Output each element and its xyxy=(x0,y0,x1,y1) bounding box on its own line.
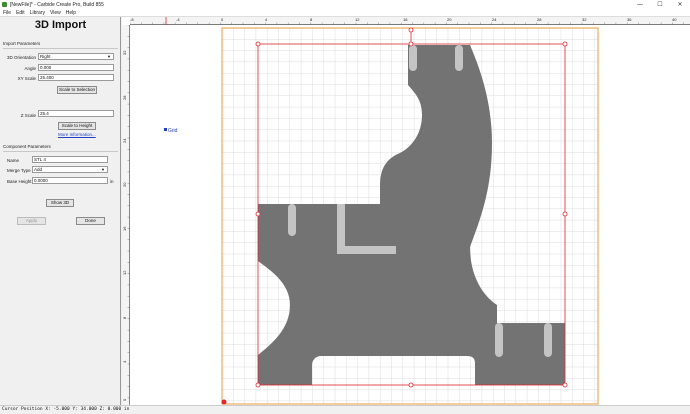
slot-feature xyxy=(455,45,463,71)
menu-edit[interactable]: Edit xyxy=(16,10,25,16)
resize-handle[interactable] xyxy=(562,382,568,388)
ruler-label: 32 xyxy=(582,17,587,22)
close-icon[interactable]: ✕ xyxy=(670,0,690,9)
divider xyxy=(3,48,118,49)
ruler-label: 32 xyxy=(122,50,127,55)
menu-help[interactable]: Help xyxy=(66,10,76,16)
origin-marker-icon xyxy=(164,128,167,131)
ruler-label: 4 xyxy=(122,360,127,363)
done-button[interactable]: Done xyxy=(76,217,105,225)
menu-file[interactable]: File xyxy=(3,10,11,16)
vertical-ruler-ticks: 32 28 24 20 16 12 8 4 0 xyxy=(122,24,130,401)
ruler-label: -4 xyxy=(176,17,180,22)
slot-feature xyxy=(288,204,296,236)
resize-handle[interactable] xyxy=(408,382,414,388)
minimize-icon[interactable]: — xyxy=(630,0,650,9)
orientation-select[interactable]: Right ▼ xyxy=(38,53,114,60)
apply-button[interactable]: Apply xyxy=(17,217,46,225)
component-section-label: Component Parameters xyxy=(3,144,51,149)
resize-handle[interactable] xyxy=(562,41,568,47)
rotate-handle[interactable] xyxy=(408,27,414,33)
resize-handle[interactable] xyxy=(255,211,261,217)
window-title: [NewFile]* - Carbide Create Pro, Build 8… xyxy=(10,1,104,8)
horizontal-ruler[interactable]: -8 -4 0 4 8 12 16 20 24 28 32 36 40 xyxy=(129,17,690,26)
resize-handle[interactable] xyxy=(408,41,414,47)
panel-heading: 3D Import xyxy=(34,19,87,31)
chevron-down-icon: ▼ xyxy=(107,54,111,59)
z-scale-label: Z Scale xyxy=(20,113,36,118)
maximize-icon[interactable]: ☐ xyxy=(650,0,670,9)
ruler-label: 16 xyxy=(122,226,127,231)
orientation-value: Right xyxy=(40,54,51,59)
ruler-label: 4 xyxy=(265,17,268,22)
show-3d-button[interactable]: Show 3D xyxy=(46,199,74,207)
ruler-label: 28 xyxy=(122,95,127,100)
slot-feature xyxy=(544,323,552,357)
resize-handle[interactable] xyxy=(562,211,568,217)
xy-scale-input[interactable]: 25.400 xyxy=(38,74,114,81)
name-input[interactable]: STL 4 xyxy=(32,156,108,163)
merge-type-select[interactable]: Add ▼ xyxy=(32,166,108,173)
z-scale-input[interactable]: 25.4 xyxy=(38,110,114,117)
ruler-label: -8 xyxy=(130,17,134,22)
ruler-label: 16 xyxy=(403,17,408,22)
title-bar: [NewFile]* - Carbide Create Pro, Build 8… xyxy=(0,0,690,9)
ruler-label: 0 xyxy=(122,398,127,401)
ruler-label: 20 xyxy=(122,182,127,187)
import-section-label: Import Parameters xyxy=(3,41,41,46)
vertical-ruler[interactable]: 32 28 24 20 16 12 8 4 0 xyxy=(122,24,130,405)
window-controls: — ☐ ✕ xyxy=(630,0,690,9)
ruler-label: 24 xyxy=(122,138,127,143)
more-information-link[interactable]: More Information... xyxy=(58,132,96,137)
slot-feature xyxy=(495,323,503,357)
ruler-label: 20 xyxy=(447,17,452,22)
angle-label: Angle xyxy=(24,66,36,71)
ruler-label: 40 xyxy=(672,17,677,22)
canvas-drawing[interactable]: Grid xyxy=(130,25,690,405)
merge-type-value: Add xyxy=(34,167,43,172)
ruler-label: 12 xyxy=(355,17,360,22)
scale-to-selection-button[interactable]: Scale to Selection xyxy=(57,86,97,94)
menu-view[interactable]: View xyxy=(50,10,61,16)
menu-library[interactable]: Library xyxy=(30,10,45,16)
ruler-label: 8 xyxy=(310,17,313,22)
ruler-label: 36 xyxy=(627,17,632,22)
resize-handle[interactable] xyxy=(255,382,261,388)
ruler-label: 24 xyxy=(492,17,497,22)
angle-input[interactable]: 0.000 xyxy=(38,64,114,71)
orientation-label: 3D Orientation xyxy=(6,55,36,60)
app-icon xyxy=(2,2,7,7)
base-height-unit: in xyxy=(110,179,114,184)
design-canvas[interactable]: Grid xyxy=(130,25,690,405)
resize-handle[interactable] xyxy=(255,41,261,47)
base-height-input[interactable]: 0.0000 xyxy=(32,177,108,184)
chevron-down-icon: ▼ xyxy=(101,167,105,172)
menu-bar: File Edit Library View Help xyxy=(0,9,690,17)
ruler-label: 8 xyxy=(122,316,127,319)
horizontal-ruler-ticks: -8 -4 0 4 8 12 16 20 24 28 32 36 40 xyxy=(129,17,690,26)
divider xyxy=(3,151,118,152)
ruler-label: 0 xyxy=(221,17,224,22)
xy-scale-label: XY Scale xyxy=(17,76,36,81)
import-panel: 3D Import Import Parameters 3D Orientati… xyxy=(0,17,121,405)
merge-type-label: Merge Type xyxy=(7,168,31,173)
status-bar: Cursor Position X: -5.000 Y: 34.000 Z: 0… xyxy=(0,405,690,414)
design-viewport[interactable]: -8 -4 0 4 8 12 16 20 24 28 32 36 40 32 2… xyxy=(122,17,690,405)
ruler-label: 28 xyxy=(537,17,542,22)
grid-label: Grid xyxy=(168,128,178,134)
scale-to-height-button[interactable]: Scale to Height xyxy=(58,122,96,130)
origin-icon xyxy=(221,399,227,405)
slot-feature xyxy=(409,45,417,71)
ruler-label: 12 xyxy=(122,270,127,275)
name-label: Name xyxy=(7,158,20,163)
base-height-label: Base Height xyxy=(7,179,32,184)
